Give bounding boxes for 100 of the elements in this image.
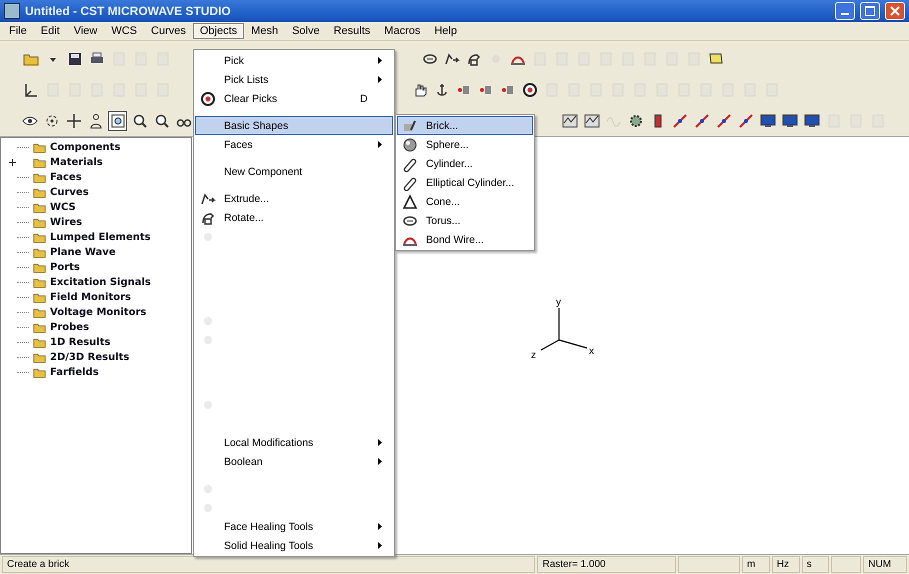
menu-bar-item[interactable]: WCS	[104, 23, 144, 39]
folder-icon	[32, 231, 47, 244]
folder-icon	[32, 186, 47, 199]
menu-item[interactable]: New Component	[195, 162, 393, 181]
menu-item[interactable]: Bond Wire...	[397, 230, 533, 249]
menu-bar-item[interactable]: Results	[326, 23, 378, 39]
menu-item[interactable]: Basic Shapes	[195, 116, 393, 135]
menu-bar-item[interactable]: Macros	[377, 23, 428, 39]
menu-bar-item[interactable]: Edit	[34, 23, 67, 39]
cone-icon	[402, 194, 418, 210]
rotate-view-icon[interactable]	[44, 112, 60, 128]
clear-picks-icon	[200, 90, 216, 106]
menu-bar-item[interactable]: Help	[427, 23, 464, 39]
axis-label: z	[531, 350, 536, 361]
tree-item[interactable]: 2D/3D Results	[50, 352, 130, 363]
raster-readout: Raster= 1.000	[537, 556, 676, 573]
unit-readout: Hz	[772, 556, 800, 573]
tree-item[interactable]: 1D Results	[50, 337, 110, 348]
person-icon[interactable]	[88, 112, 104, 128]
menu-item[interactable]: Rotate...	[195, 208, 393, 227]
unit-readout: m	[742, 556, 770, 573]
menu-bar-item[interactable]: Mesh	[244, 23, 286, 39]
tree-item[interactable]: Components	[50, 142, 120, 153]
extrude-icon	[200, 190, 216, 206]
menu-bar-item[interactable]: View	[66, 23, 104, 39]
menu-item[interactable]: Cylinder...	[397, 154, 533, 173]
chart-icon[interactable]	[584, 112, 600, 128]
monitor-icon[interactable]	[804, 112, 820, 128]
tree-item[interactable]: Ports	[50, 262, 80, 273]
menu-bar-item[interactable]: File	[2, 23, 34, 39]
window-title: Untitled - CST MICROWAVE STUDIO	[25, 4, 231, 18]
dipole-icon[interactable]	[716, 112, 732, 128]
magnifier-icon[interactable]	[154, 112, 170, 128]
menu-item[interactable]: Pick Lists	[195, 70, 393, 89]
clear-picks-icon[interactable]	[522, 82, 538, 98]
folder-icon	[32, 261, 47, 274]
dipole-icon[interactable]	[738, 112, 754, 128]
folder-icon	[32, 276, 47, 289]
tree-item[interactable]: Probes	[50, 322, 90, 333]
axes-icon[interactable]	[22, 82, 38, 98]
menu-item[interactable]: Clear Picks D	[195, 89, 393, 108]
menu-item[interactable]: Local Modifications	[195, 433, 393, 452]
menu-bar-item[interactable]: Objects	[192, 23, 244, 39]
folder-icon	[32, 306, 47, 319]
menu-item[interactable]: Faces	[195, 135, 393, 154]
folder-icon	[32, 216, 47, 229]
magnifier-icon[interactable]	[132, 112, 148, 128]
tree-item[interactable]: Farfields	[50, 367, 99, 378]
status-pane	[678, 556, 740, 573]
menu-item[interactable]: Cone...	[397, 192, 533, 211]
chart-icon[interactable]	[562, 112, 578, 128]
menu-item[interactable]: Boolean	[195, 452, 393, 471]
close-icon	[890, 6, 900, 16]
close-button[interactable]	[885, 2, 905, 20]
maximize-icon	[865, 6, 875, 16]
tree-item[interactable]: Plane Wave	[50, 247, 116, 258]
folder-icon	[32, 366, 47, 379]
menu-item[interactable]: Face Healing Tools	[195, 517, 393, 536]
tree-item[interactable]: Voltage Monitors	[50, 307, 146, 318]
folder-icon	[32, 336, 47, 349]
monitor-icon[interactable]	[782, 112, 798, 128]
menu-item[interactable]: Torus...	[397, 211, 533, 230]
unit-readout: s	[802, 556, 830, 573]
folder-icon	[32, 201, 47, 214]
dipole-icon[interactable]	[672, 112, 688, 128]
gear-icon[interactable]	[628, 112, 644, 128]
folder-icon	[32, 321, 47, 334]
menu-item[interactable]: Extrude...	[195, 189, 393, 208]
brick-icon	[402, 118, 418, 134]
tree-item[interactable]: Wires	[50, 217, 82, 228]
menu-item[interactable]: Elliptical Cylinder...	[397, 173, 533, 192]
monitor-icon[interactable]	[760, 112, 776, 128]
app-icon	[4, 3, 20, 19]
folder-icon	[32, 156, 47, 169]
minimize-button[interactable]	[835, 2, 855, 20]
zoom-box-icon[interactable]	[110, 112, 126, 128]
note-icon[interactable]	[708, 50, 724, 66]
folder-icon	[32, 171, 47, 184]
menu-item[interactable]: Brick...	[397, 116, 533, 135]
dipole-icon[interactable]	[694, 112, 710, 128]
menu-item[interactable]: Sphere...	[397, 135, 533, 154]
folder-icon	[32, 141, 47, 154]
tree-item[interactable]: Curves	[50, 187, 89, 198]
tree-item[interactable]: Lumped Elements	[50, 232, 151, 243]
menu-item[interactable]: Solid Healing Tools	[195, 536, 393, 555]
maximize-button[interactable]	[860, 2, 880, 20]
minimize-icon	[841, 13, 849, 15]
menu-bar-item[interactable]: Curves	[144, 23, 193, 39]
folder-icon	[32, 291, 47, 304]
tree-item[interactable]: Excitation Signals	[50, 277, 151, 288]
num-lock-indicator: NUM	[863, 556, 907, 573]
tree-item[interactable]: Field Monitors	[50, 292, 132, 303]
tree-item[interactable]: Faces	[50, 172, 82, 183]
move-icon[interactable]	[66, 112, 82, 128]
tree-item[interactable]: Materials	[50, 157, 103, 168]
extrude-icon[interactable]	[444, 50, 460, 66]
menu-bar-item[interactable]: Solve	[285, 23, 327, 39]
menu-item[interactable]: Pick	[195, 51, 393, 70]
sphere-icon	[402, 136, 418, 152]
tree-item[interactable]: WCS	[50, 202, 76, 213]
